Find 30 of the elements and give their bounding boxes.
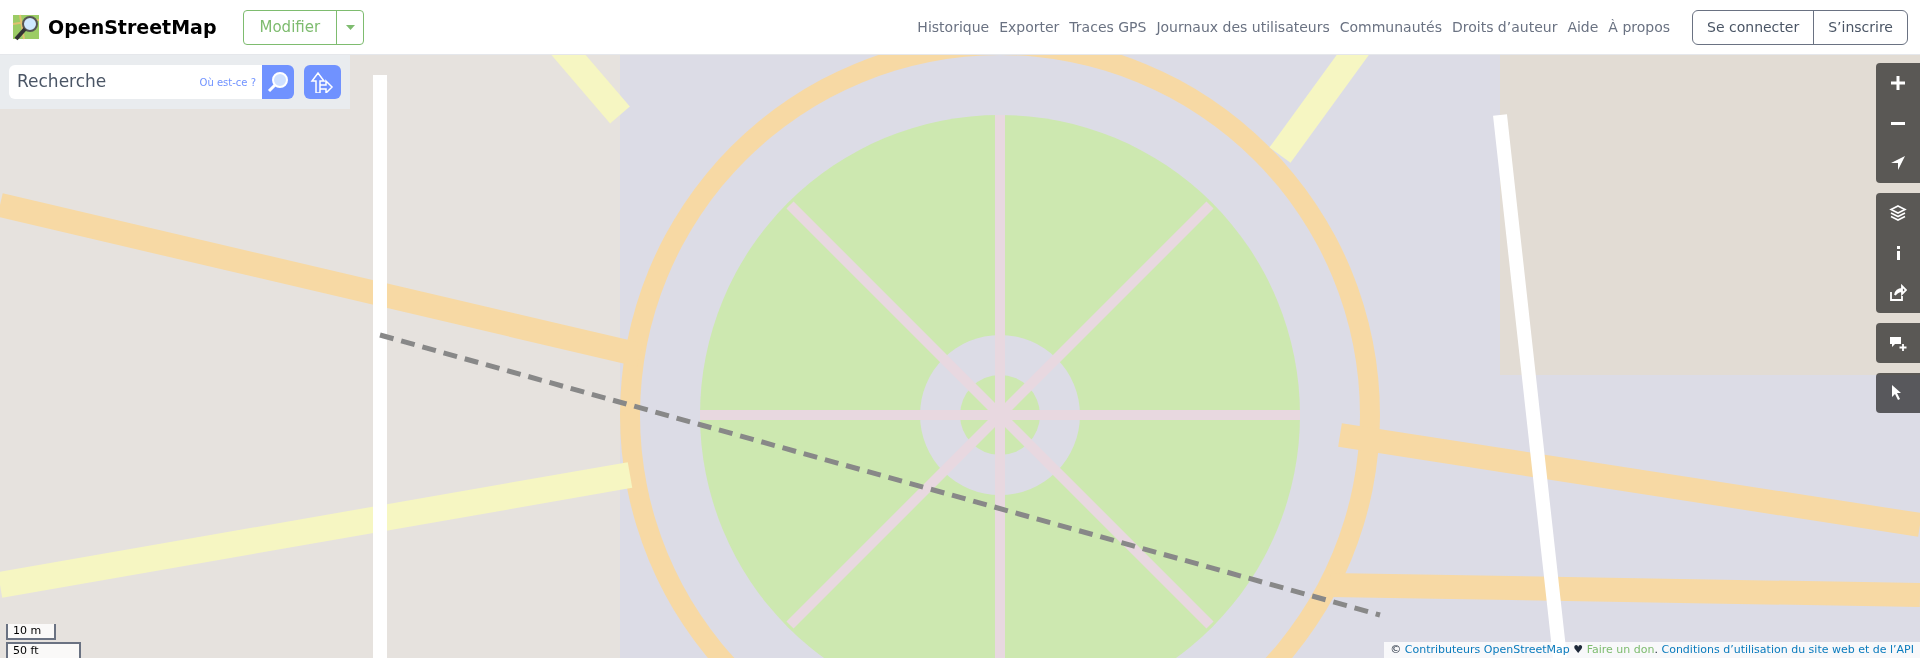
nav-link[interactable]: Aide: [1567, 16, 1599, 38]
login-button[interactable]: Se connecter: [1693, 10, 1815, 44]
scale-label: 50 ft: [6, 642, 81, 658]
plus-icon: [1889, 74, 1907, 92]
nav-link[interactable]: À propos: [1608, 16, 1671, 38]
info-icon: [1896, 246, 1900, 260]
scale-label: 10 m: [6, 624, 56, 640]
directions-icon: [310, 71, 335, 93]
nav-link[interactable]: Traces GPS: [1069, 16, 1147, 38]
attribution-link[interactable]: Contributeurs OpenStreetMap: [1404, 642, 1570, 656]
directions-button[interactable]: [303, 65, 341, 99]
site-title[interactable]: OpenStreetMap: [48, 12, 217, 42]
search-field[interactable]: Recherche Où est-ce ?: [9, 65, 262, 99]
nav-link[interactable]: Droits d’auteur: [1451, 16, 1558, 38]
share-icon: [1889, 284, 1907, 302]
caret-icon: [345, 24, 355, 30]
logo-icon[interactable]: [12, 12, 42, 42]
nav-link[interactable]: Journaux des utilisateurs: [1156, 16, 1330, 38]
signup-button[interactable]: S’inscrire: [1814, 10, 1907, 44]
nav-link[interactable]: Communautés: [1339, 16, 1442, 38]
layers-icon: [1889, 204, 1907, 222]
nav-link[interactable]: Exporter: [999, 16, 1060, 38]
minus-icon: [1891, 121, 1905, 125]
nav-link[interactable]: Historique: [917, 16, 990, 38]
search-icon: [266, 71, 289, 93]
search-button[interactable]: [262, 65, 294, 99]
location-arrow-icon: [1889, 154, 1907, 172]
attribution-link[interactable]: Conditions d’utilisation du site web et de l’API: [1661, 642, 1914, 656]
comment-plus-icon: [1889, 334, 1907, 352]
where-link[interactable]: Où est-ce ?: [199, 74, 256, 90]
